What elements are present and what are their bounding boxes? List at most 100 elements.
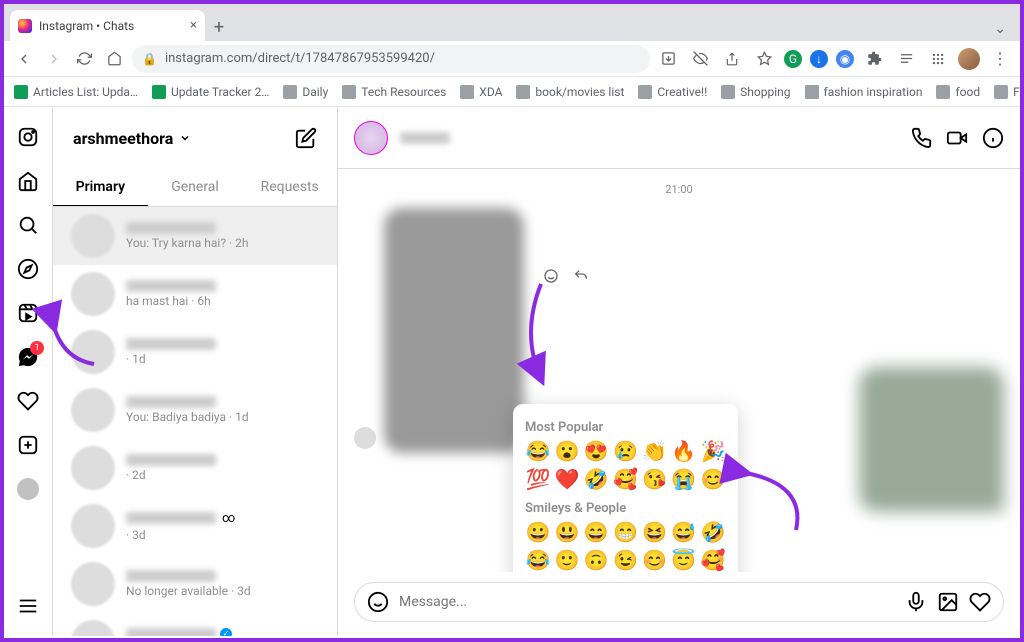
reels-icon[interactable] (16, 301, 40, 325)
like-heart-icon[interactable] (969, 591, 991, 613)
emoji-option[interactable]: 😇 (671, 548, 697, 572)
chat-peer-name[interactable] (400, 132, 450, 144)
tab-general[interactable]: General (148, 169, 243, 206)
bookmark-item[interactable]: Articles List: Upda… (14, 85, 138, 99)
extension-download-icon[interactable]: ↓ (810, 50, 828, 68)
address-bar[interactable]: 🔒 instagram.com/direct/t/178478679535994… (132, 45, 650, 73)
emoji-option[interactable]: 💯 (525, 467, 551, 491)
extension-grammarly-icon[interactable]: G (784, 50, 802, 68)
emoji-option[interactable]: 😮 (554, 439, 580, 463)
message-media-card[interactable] (384, 208, 524, 453)
image-upload-icon[interactable] (937, 591, 959, 613)
explore-icon[interactable] (16, 257, 40, 281)
search-icon[interactable] (16, 213, 40, 237)
profile-avatar[interactable] (16, 477, 40, 501)
emoji-option[interactable]: 🙃 (583, 548, 609, 572)
forward-button[interactable] (42, 47, 66, 71)
chrome-menu-icon[interactable]: ⋮ (988, 47, 1012, 71)
emoji-option[interactable]: 😘 (642, 467, 668, 491)
emoji-option[interactable]: 🥰 (700, 548, 726, 572)
emoji-option[interactable]: 😁 (612, 520, 638, 544)
video-call-icon[interactable] (946, 127, 968, 149)
conversation-item[interactable]: ∞ · 3d (53, 497, 337, 555)
notifications-icon[interactable] (16, 389, 40, 413)
install-app-icon[interactable] (656, 47, 680, 71)
extensions-puzzle-icon[interactable] (862, 47, 886, 71)
reading-list-icon[interactable] (894, 47, 918, 71)
conversation-item[interactable]: You: Badiya badiya · 1d (53, 381, 337, 439)
chat-peer-avatar[interactable] (354, 121, 388, 155)
bookmark-item[interactable]: Tech Resources (342, 85, 446, 99)
message-input[interactable] (399, 594, 895, 610)
emoji-option[interactable]: 😊 (642, 548, 668, 572)
window-expand-icon[interactable]: ⌄ (986, 17, 1014, 41)
create-icon[interactable] (16, 433, 40, 457)
emoji-option[interactable]: 😍 (583, 439, 609, 463)
emoji-option[interactable]: 😀 (525, 520, 551, 544)
emoji-option[interactable]: 😂 (525, 439, 551, 463)
reload-button[interactable] (72, 47, 96, 71)
new-tab-button[interactable]: + (205, 13, 233, 41)
emoji-option[interactable]: 🤣 (583, 467, 609, 491)
lock-icon: 🔒 (142, 52, 157, 66)
emoji-option[interactable]: 🎉 (700, 439, 726, 463)
emoji-option[interactable]: 😊 (700, 467, 726, 491)
emoji-option[interactable]: 😅 (671, 520, 697, 544)
emoji-picker-icon[interactable] (367, 591, 389, 613)
emoji-option[interactable]: ❤️ (554, 467, 580, 491)
conversation-item[interactable]: You: Try karna hai? · 2h (53, 207, 337, 265)
emoji-option[interactable]: 😭 (671, 467, 697, 491)
bookmark-item[interactable]: Creative!! (638, 85, 707, 99)
emoji-option[interactable]: 😂 (525, 548, 551, 572)
conversation-item[interactable]: ✓ · 4d (53, 613, 337, 636)
account-switcher[interactable]: arshmeethora (73, 129, 191, 148)
conversation-info-icon[interactable] (982, 127, 1004, 149)
close-tab-icon[interactable]: × (190, 18, 197, 33)
emoji-option[interactable]: 🥰 (612, 467, 638, 491)
share-icon[interactable] (720, 47, 744, 71)
emoji-option[interactable]: 😉 (612, 548, 638, 572)
bookmark-item[interactable]: food (936, 85, 980, 99)
emoji-option[interactable]: 🤣 (700, 520, 726, 544)
apps-grid-icon[interactable] (926, 47, 950, 71)
conversation-list[interactable]: You: Try karna hai? · 2h ha mast hai · 6… (53, 207, 337, 636)
home-icon[interactable] (16, 169, 40, 193)
chat-body[interactable]: 21:00 Most Popular 😂😮😍😢👏🔥🎉💯❤️🤣🥰😘� (338, 169, 1020, 572)
conversation-item[interactable]: · 2d (53, 439, 337, 497)
bookmark-item[interactable]: Update Tracker 2… (152, 85, 269, 99)
back-button[interactable] (12, 47, 36, 71)
tab-primary[interactable]: Primary (53, 169, 148, 206)
bookmark-item[interactable]: Shopping (721, 85, 790, 99)
compose-box[interactable] (354, 582, 1004, 622)
bookmark-item[interactable]: fashion inspiration (805, 85, 923, 99)
message-media-card[interactable] (859, 367, 1004, 512)
instagram-logo-icon[interactable] (16, 125, 40, 149)
eye-off-icon[interactable] (688, 47, 712, 71)
extension-camera-icon[interactable]: ◉ (836, 50, 854, 68)
bookmark-star-icon[interactable] (752, 47, 776, 71)
emoji-option[interactable]: 🔥 (671, 439, 697, 463)
emoji-option[interactable]: 👏 (642, 439, 668, 463)
bookmark-item[interactable]: book/movies list (516, 85, 624, 99)
new-message-button[interactable] (295, 127, 317, 149)
conversation-item[interactable]: ha mast hai · 6h (53, 265, 337, 323)
tab-requests[interactable]: Requests (242, 169, 337, 206)
bookmark-item[interactable]: Free images res (994, 85, 1020, 99)
chrome-profile-avatar[interactable] (958, 48, 980, 70)
browser-tab-active[interactable]: Instagram • Chats × (10, 10, 205, 41)
more-menu-icon[interactable] (16, 594, 40, 618)
emoji-option[interactable]: 🙂 (554, 548, 580, 572)
bookmark-item[interactable]: XDA (460, 85, 502, 99)
emoji-option[interactable]: 😄 (583, 520, 609, 544)
emoji-option[interactable]: 😢 (612, 439, 638, 463)
bookmark-item[interactable]: Daily (283, 85, 328, 99)
conversation-item[interactable]: No longer available · 3d (53, 555, 337, 613)
emoji-option[interactable]: 😆 (642, 520, 668, 544)
chat-header (338, 107, 1020, 169)
emoji-reaction-picker[interactable]: Most Popular 😂😮😍😢👏🔥🎉💯❤️🤣🥰😘😭😊 Smileys & P… (513, 404, 738, 572)
messages-icon[interactable]: 1 (16, 345, 40, 369)
voice-call-icon[interactable] (910, 127, 932, 149)
emoji-option[interactable]: 😃 (554, 520, 580, 544)
voice-record-icon[interactable] (905, 591, 927, 613)
home-button[interactable] (102, 47, 126, 71)
